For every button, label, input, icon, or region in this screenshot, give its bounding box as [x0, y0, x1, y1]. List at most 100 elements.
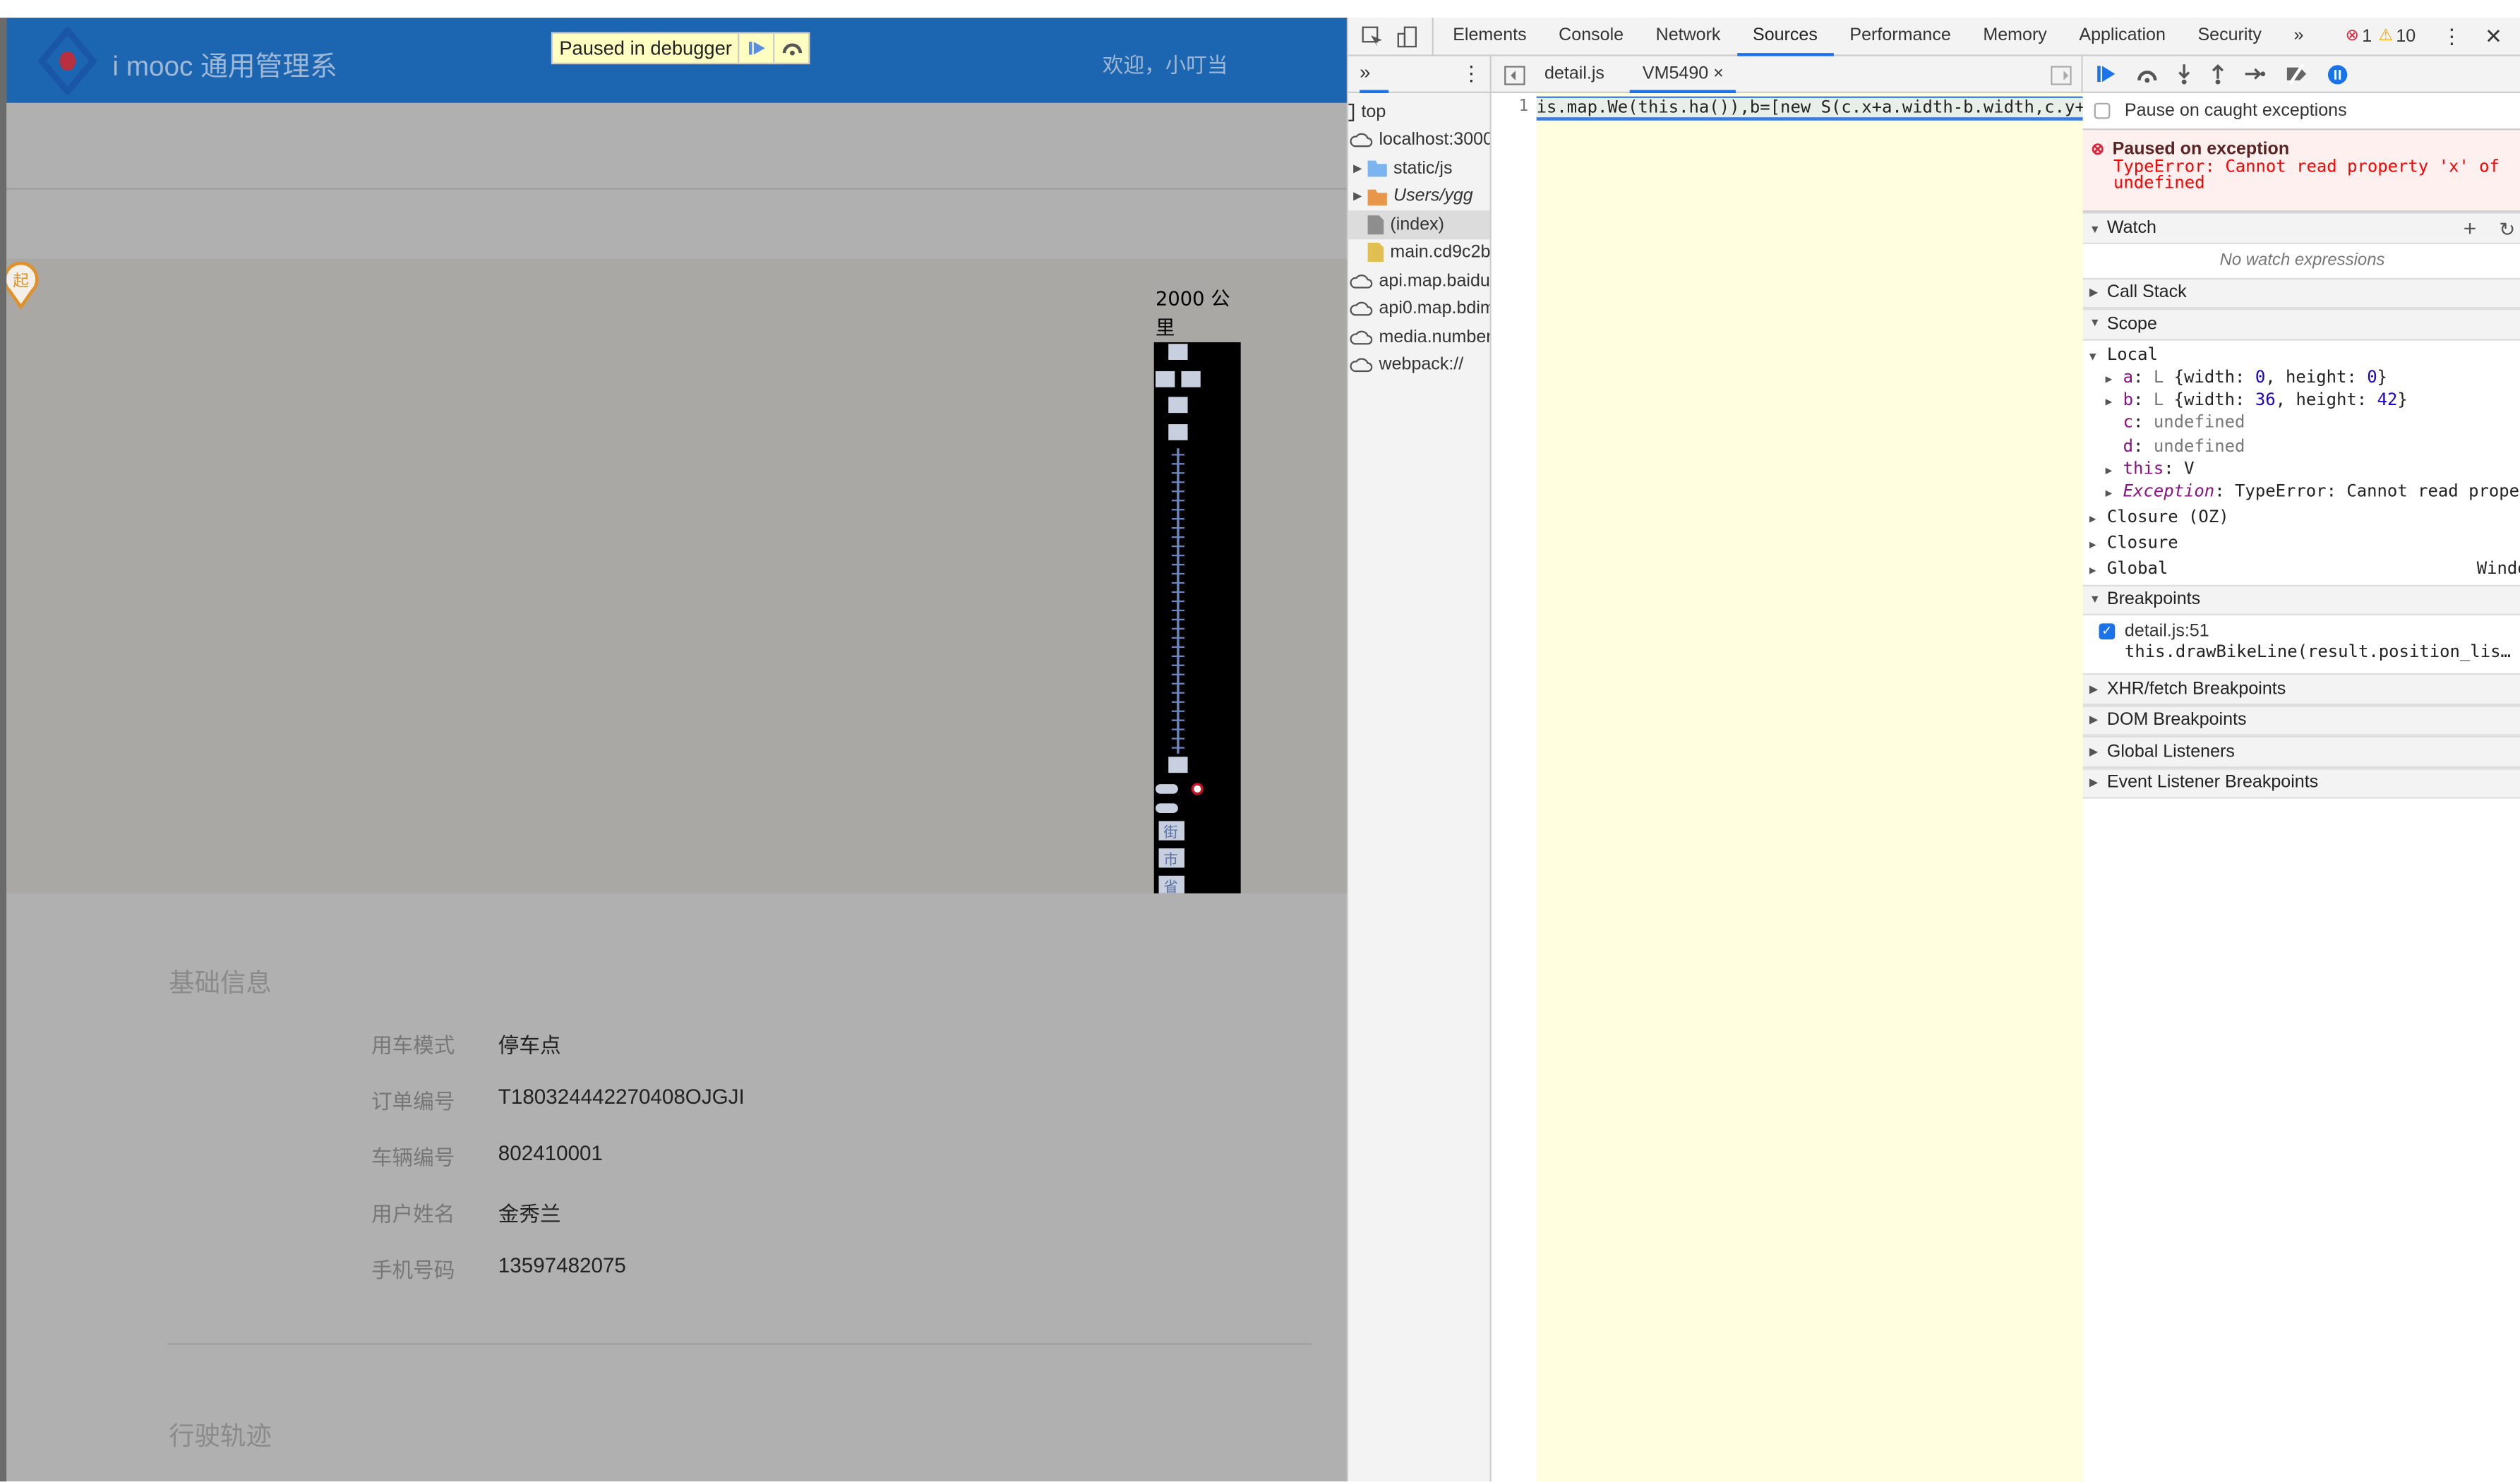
- navigator-item[interactable]: top: [1348, 98, 1489, 126]
- divider: [6, 188, 1347, 190]
- collapse-triangle-icon: ▶: [2105, 487, 2113, 500]
- step-over-button[interactable]: [774, 33, 809, 63]
- breakpoint-checkbox[interactable]: ✓: [2099, 623, 2116, 640]
- toggle-debugger-icon[interactable]: [2051, 66, 2072, 85]
- scope-var-b[interactable]: ▶ b: L {width: 36, height: 42}: [2089, 389, 2520, 412]
- field-label: 订单编号: [371, 1089, 455, 1114]
- section-header[interactable]: ▶ Event Listener Breakpoints: [2082, 767, 2520, 799]
- navigator-item[interactable]: api.map.baidu.: [1348, 267, 1490, 295]
- breakpoint-item[interactable]: ✓ detail.js:51 this.drawBikeLine(result.p…: [2083, 615, 2520, 673]
- scope-header[interactable]: ▼ Scope: [2082, 308, 2520, 340]
- tab-console[interactable]: Console: [1542, 17, 1639, 56]
- collapse-triangle-icon: ▶: [2089, 715, 2099, 727]
- refresh-watch-icon[interactable]: ↻: [2499, 218, 2515, 241]
- var-name: Exception: [2123, 482, 2215, 502]
- warning-count[interactable]: 10: [2396, 27, 2416, 46]
- scope-global[interactable]: ▶ Global Window: [2089, 555, 2520, 581]
- navigator-item-label: localhost:3000: [1379, 130, 1490, 150]
- file-gray-icon: [1367, 215, 1384, 234]
- device-toolbar-icon[interactable]: [1397, 25, 1420, 47]
- field-value: T180324442270408OJGJI: [498, 1084, 745, 1109]
- step-out-icon[interactable]: [2210, 63, 2226, 85]
- step-over-icon[interactable]: [2136, 64, 2159, 85]
- tab-elements[interactable]: Elements: [1436, 17, 1542, 56]
- welcome-text: 欢迎，小叮当: [1102, 53, 1228, 78]
- resume-icon[interactable]: [2096, 64, 2118, 85]
- navigator-item[interactable]: localhost:3000: [1348, 126, 1490, 155]
- scope-var-this[interactable]: ▶ this: V: [2089, 458, 2520, 481]
- add-watch-icon[interactable]: +: [2464, 215, 2477, 241]
- tab-network[interactable]: Network: [1640, 17, 1736, 56]
- line-number[interactable]: 1: [1519, 98, 1529, 116]
- watch-header[interactable]: ▼ Watch + ↻: [2082, 212, 2520, 243]
- navigator-item[interactable]: webpack://: [1348, 351, 1489, 379]
- navigator-item[interactable]: media.number-: [1348, 323, 1490, 351]
- more-tabs-button[interactable]: »: [2278, 17, 2320, 56]
- tab-performance[interactable]: Performance: [1834, 17, 1967, 56]
- var-height: 0: [2367, 367, 2377, 387]
- pause-on-exceptions-icon[interactable]: [2327, 64, 2348, 85]
- tab-memory[interactable]: Memory: [1967, 17, 2063, 56]
- step-into-icon[interactable]: [2176, 63, 2192, 85]
- tab-application[interactable]: Application: [2063, 17, 2182, 56]
- call-stack-header[interactable]: ▶ Call Stack: [2082, 277, 2520, 309]
- map-area[interactable]: [6, 258, 1347, 893]
- start-marker[interactable]: 起: [6, 259, 42, 311]
- navigator-item[interactable]: main.cd9c2b: [1348, 239, 1490, 267]
- more-options-icon[interactable]: ⋮: [2442, 23, 2463, 49]
- close-tab-icon[interactable]: ×: [1713, 64, 1724, 83]
- field-label: 用户姓名: [371, 1202, 455, 1227]
- scope-closure[interactable]: ▶ Closure: [2089, 529, 2520, 555]
- pause-caught-label: Pause on caught exceptions: [2124, 101, 2347, 121]
- navigator-more-icon[interactable]: »: [1360, 61, 1389, 94]
- file-tab-detail-js[interactable]: detail.js: [1544, 64, 1604, 83]
- section-header[interactable]: ▶ Global Listeners: [2082, 735, 2520, 768]
- resume-icon: [748, 42, 765, 55]
- tab-security[interactable]: Security: [2182, 17, 2278, 56]
- devtools-panel: Elements Console Network Sources Performance…: [1346, 16, 2520, 1482]
- breakpoints-header[interactable]: ▼ Breakpoints: [2082, 584, 2520, 616]
- navigator-item-label: Users/ygg: [1393, 186, 1473, 206]
- file-tab-vm5490[interactable]: VM5490 ×: [1629, 56, 1737, 94]
- navigator-menu-icon[interactable]: ⋮: [1461, 61, 1482, 87]
- breakpoint-file: detail.js:51: [2124, 622, 2209, 641]
- close-devtools-icon[interactable]: ✕: [2485, 23, 2502, 49]
- frame-icon: [1348, 102, 1355, 121]
- section-title: Event Listener Breakpoints: [2106, 773, 2319, 793]
- zoom-level-province[interactable]: 省: [1163, 879, 1177, 896]
- scope-var-a[interactable]: ▶ a: L {width: 0, height: 0}: [2089, 366, 2520, 390]
- exception-message: TypeError: Cannot read property 'x' of u…: [2113, 157, 2500, 193]
- section-header[interactable]: ▶ DOM Breakpoints: [2082, 704, 2520, 736]
- error-count[interactable]: 1: [2362, 27, 2372, 46]
- scope-local[interactable]: ▼ Local: [2089, 343, 2520, 366]
- step-icon[interactable]: [2243, 64, 2266, 85]
- tab-sources[interactable]: Sources: [1736, 17, 1834, 56]
- scope-closure-oz[interactable]: ▶ Closure (OZ): [2089, 504, 2520, 529]
- navigator-item[interactable]: ▶ Users/ygg: [1348, 182, 1489, 210]
- collapse-triangle-icon: ▶: [2105, 464, 2113, 478]
- section-header[interactable]: ▶ XHR/fetch Breakpoints: [2082, 673, 2520, 705]
- line-gutter: 1: [1491, 93, 1537, 1482]
- resume-button[interactable]: [738, 33, 774, 63]
- code-editor[interactable]: 1 is.map.We(this.ha()),b=[new S(c.x+a.wi…: [1491, 93, 2083, 1482]
- zoom-level-street[interactable]: 街: [1163, 824, 1177, 841]
- debugger-banner-text: Paused in debugger: [559, 37, 732, 60]
- inspect-element-icon[interactable]: [1361, 25, 1384, 47]
- paused-code-line[interactable]: is.map.We(this.ha()),b=[new S(c.x+a.widt…: [1536, 96, 2083, 121]
- navigator-item-label: api0.map.bdim: [1379, 299, 1490, 319]
- scope-var-d: d: undefined: [2123, 436, 2245, 456]
- navigator-item[interactable]: api0.map.bdim: [1348, 295, 1490, 323]
- deactivate-breakpoints-icon[interactable]: [2284, 63, 2309, 85]
- navigator-item[interactable]: ▶ static/js: [1348, 155, 1489, 183]
- navigator-item[interactable]: (index): [1348, 210, 1490, 239]
- toggle-navigator-icon[interactable]: [1504, 66, 1525, 85]
- code-area[interactable]: [1536, 93, 2083, 1482]
- zoom-level-city[interactable]: 市: [1163, 852, 1177, 868]
- scope-var-exception[interactable]: ▶ Exception: TypeError: Cannot read prope…: [2089, 481, 2520, 504]
- map-zoom-control[interactable]: 街 市 省: [1154, 342, 1241, 896]
- app-title: i mooc 通用管理系: [112, 51, 337, 83]
- call-stack-title: Call Stack: [2106, 283, 2187, 303]
- collapse-triangle-icon: ▶: [2089, 537, 2096, 550]
- scope-title: Scope: [2106, 314, 2157, 335]
- pause-caught-checkbox[interactable]: [2094, 102, 2111, 119]
